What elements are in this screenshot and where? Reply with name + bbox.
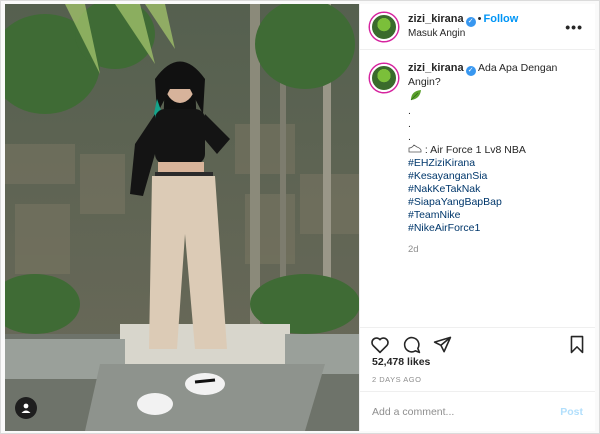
follow-button[interactable]: Follow xyxy=(484,13,519,25)
avatar[interactable] xyxy=(370,12,398,41)
bookmark-icon[interactable] xyxy=(569,335,585,354)
post-photo[interactable] xyxy=(5,4,359,431)
bookmark-glyph xyxy=(570,335,584,354)
share-glyph xyxy=(433,336,452,353)
heart-icon[interactable] xyxy=(370,336,390,354)
hashtag-link[interactable]: #TeamNike xyxy=(408,209,585,222)
more-options-icon[interactable]: ••• xyxy=(565,19,583,35)
post-date[interactable]: 2 DAYS AGO xyxy=(372,375,421,384)
instagram-post-window: zizi_kirana ✓ • Follow Masuk Angin ••• zizi… xyxy=(0,0,600,434)
hashtag-link[interactable]: #NikeAirForce1 xyxy=(408,222,585,235)
hashtag-link[interactable]: #KesayanganSia xyxy=(408,170,585,183)
caption-username[interactable]: zizi_kirana xyxy=(408,62,464,74)
shoe-line: : Air Force 1 Lv8 NBA xyxy=(424,144,526,156)
caption: zizi_kirana ✓ Ada Apa Dengan Angin? . . . xyxy=(360,50,595,256)
hashtag-link[interactable]: #NakKeTakNak xyxy=(408,183,585,196)
caption-dot-2: . xyxy=(408,118,411,130)
caption-avatar[interactable] xyxy=(370,64,398,92)
caption-body: zizi_kirana ✓ Ada Apa Dengan Angin? . . . xyxy=(408,62,585,256)
verified-badge-icon: ✓ xyxy=(465,66,476,76)
separator-dot: • xyxy=(477,13,482,25)
leaf-emoji-icon xyxy=(408,89,585,105)
share-icon[interactable] xyxy=(433,335,452,354)
username-link[interactable]: zizi_kirana xyxy=(408,13,464,25)
comment-form: Post xyxy=(360,391,595,431)
header-text: zizi_kirana ✓ • Follow Masuk Angin xyxy=(408,12,518,41)
sneaker-icon xyxy=(408,144,422,153)
user-tag-icon[interactable] xyxy=(15,397,37,419)
comment-icon[interactable] xyxy=(402,335,421,354)
likes-count[interactable]: 52,478 likes xyxy=(372,356,430,368)
caption-dot-1: . xyxy=(408,105,411,117)
post-header: zizi_kirana ✓ • Follow Masuk Angin ••• xyxy=(360,4,595,50)
heart-glyph xyxy=(371,336,389,353)
person-glyph xyxy=(21,403,31,413)
hashtag-link[interactable]: #EHZiziKirana xyxy=(408,157,585,170)
caption-dot-3: . xyxy=(408,131,411,143)
location-link[interactable]: Masuk Angin xyxy=(408,27,518,41)
comment-glyph xyxy=(403,336,421,354)
post-comment-button[interactable]: Post xyxy=(560,406,583,418)
photo-illustration xyxy=(5,4,359,431)
caption-age[interactable]: 2d xyxy=(408,243,585,256)
leaf-icon xyxy=(410,90,421,101)
hashtag-link[interactable]: #SiapaYangBapBap xyxy=(408,196,585,209)
comment-input[interactable] xyxy=(372,405,561,418)
post-details-panel: zizi_kirana ✓ • Follow Masuk Angin ••• zizi… xyxy=(359,4,595,431)
verified-badge-icon: ✓ xyxy=(465,17,476,27)
